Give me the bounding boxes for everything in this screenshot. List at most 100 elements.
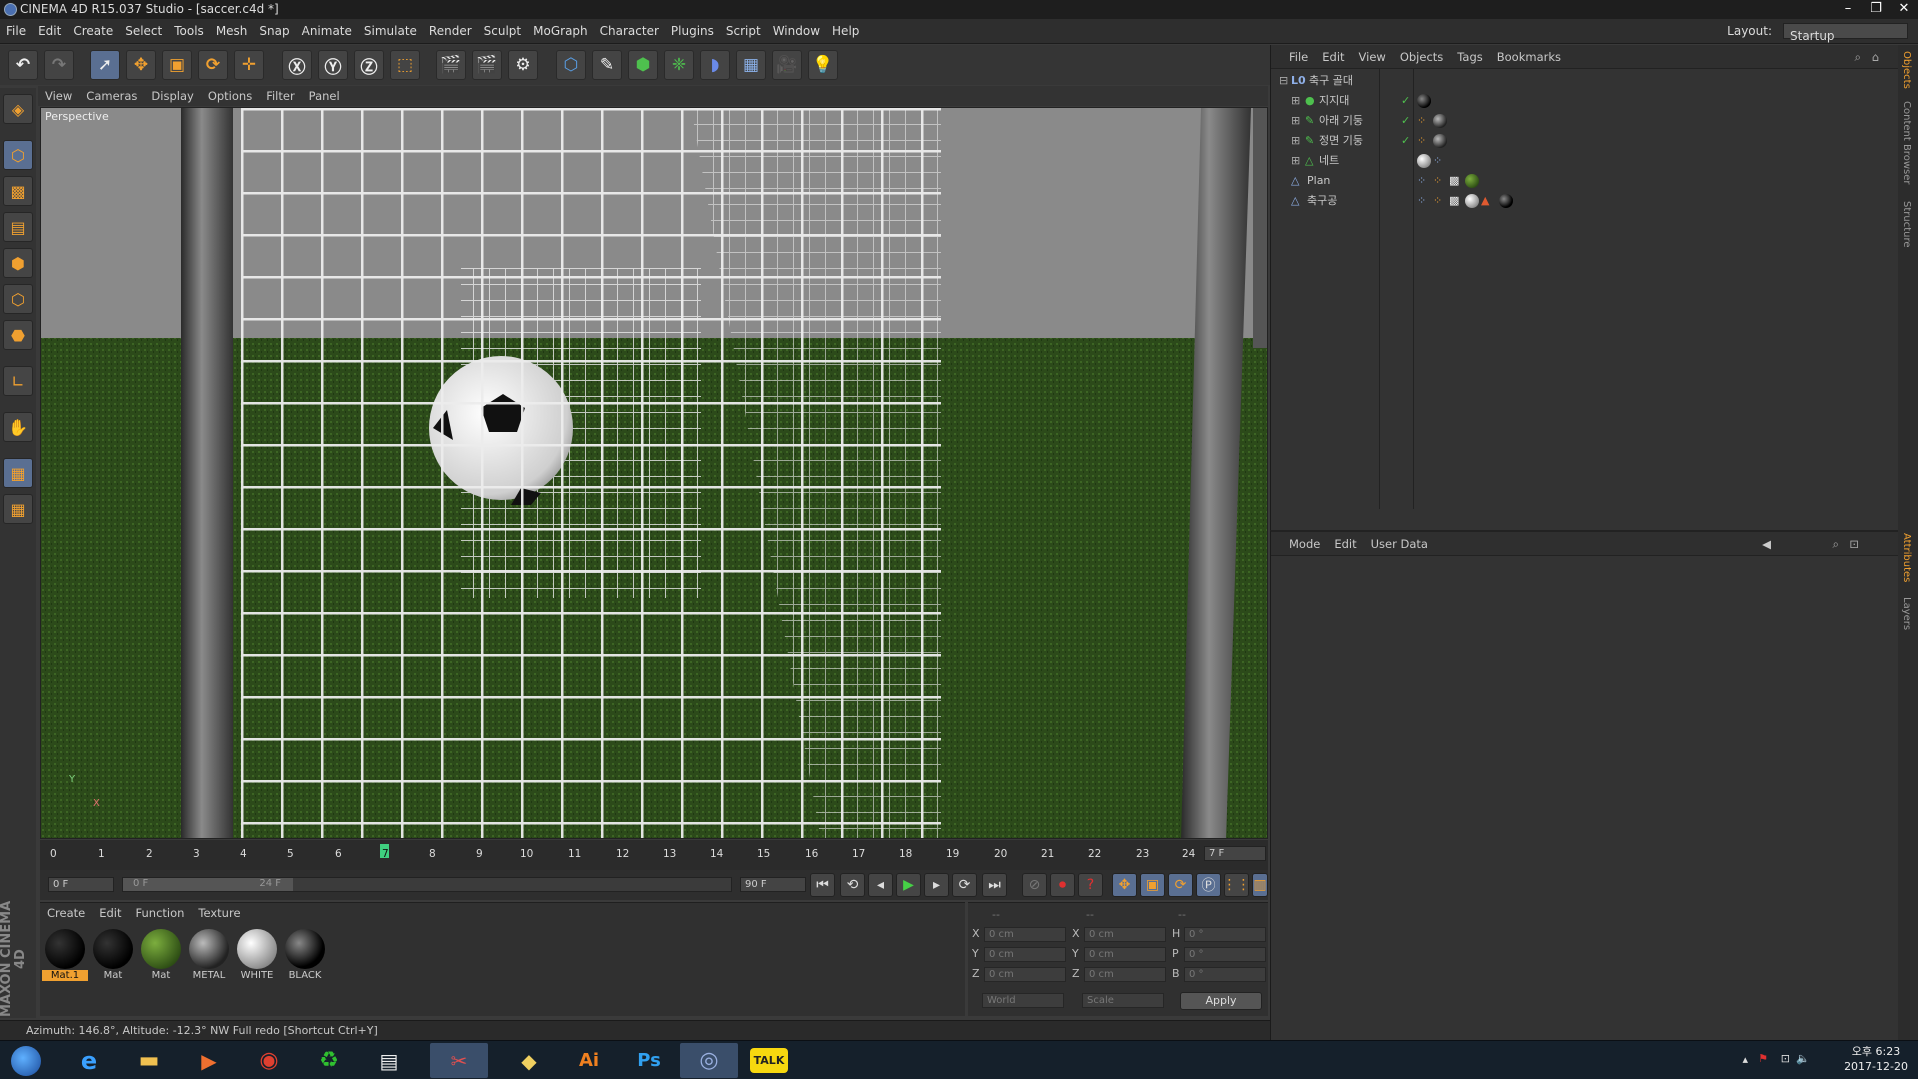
material-menu-texture[interactable]: Texture — [191, 903, 247, 923]
viewport-menu-display[interactable]: Display — [144, 86, 200, 106]
autokey-icon[interactable]: ? — [1078, 873, 1103, 897]
go-to-start-icon[interactable]: ⏮ — [810, 873, 835, 897]
position-z-field[interactable]: 0 cm — [984, 967, 1066, 982]
render-picture-viewer-icon[interactable]: 🎬 — [472, 50, 502, 80]
frame-range-handle[interactable]: 0 F 24 F — [123, 878, 293, 891]
rotate-tool-icon[interactable]: ⟳ — [198, 50, 228, 80]
tray-expand-icon[interactable]: ▴ — [1742, 1053, 1748, 1066]
viewport-menu-filter[interactable]: Filter — [259, 86, 301, 106]
perspective-viewport[interactable]: Perspective Y X — [40, 107, 1268, 839]
workplane-mode-icon[interactable]: ▤ — [3, 212, 33, 242]
menu-sculpt[interactable]: Sculpt — [478, 19, 527, 43]
kakaotalk-icon[interactable]: TALK — [740, 1043, 798, 1078]
object-name[interactable]: 지지대 — [1319, 91, 1349, 111]
expand-icon[interactable]: ⊟ — [1279, 71, 1288, 91]
illustrator-icon[interactable]: Ai — [560, 1043, 618, 1078]
scale-tool-icon[interactable]: ▣ — [162, 50, 192, 80]
folder-icon[interactable]: ◆ — [500, 1043, 558, 1078]
material-menu-function[interactable]: Function — [129, 903, 192, 923]
menu-help[interactable]: Help — [826, 19, 865, 43]
workplane-lock-icon[interactable]: ▦ — [3, 494, 33, 524]
redo-icon[interactable]: ↷ — [44, 50, 74, 80]
object-name[interactable]: 축구 골대 — [1309, 71, 1353, 91]
rotation-b-field[interactable]: 0 ° — [1184, 967, 1266, 982]
material-tag-icon[interactable] — [1465, 174, 1479, 188]
lock-icon[interactable]: ⊡ — [1842, 532, 1866, 556]
size-z-field[interactable]: 0 cm — [1084, 967, 1166, 982]
next-key-icon[interactable]: ⟳ — [952, 873, 977, 897]
side-tab-content-browser[interactable]: Content Browser — [1901, 101, 1912, 184]
menu-script[interactable]: Script — [720, 19, 767, 43]
phong-tag-icon[interactable]: ⁘ — [1417, 171, 1426, 191]
key-scale-icon[interactable]: ▣ — [1140, 873, 1165, 897]
record-keys-disabled-icon[interactable]: ⊘ — [1022, 873, 1047, 897]
phong-tag-icon[interactable]: ⁘ — [1417, 131, 1426, 151]
attributes-menu-user-data[interactable]: User Data — [1364, 532, 1435, 556]
object-row[interactable]: ⊞ △ 네트 ⁘ — [1271, 151, 1899, 171]
phong-tag-icon[interactable]: ⁘ — [1433, 171, 1442, 191]
timeline-window-icon[interactable]: ▥ — [1252, 873, 1268, 897]
object-row[interactable]: ⊟ L0 축구 골대 — [1271, 71, 1899, 91]
side-tab-layers[interactable]: Layers — [1901, 597, 1912, 630]
points-mode-icon[interactable]: ⬢ — [3, 248, 33, 278]
file-explorer-icon[interactable]: ▬ — [120, 1043, 178, 1078]
tray-flag-icon[interactable]: ⚑ — [1758, 1052, 1768, 1065]
apply-button[interactable]: Apply — [1180, 992, 1262, 1010]
next-frame-icon[interactable]: ▸ — [924, 873, 949, 897]
cloner-icon[interactable]: ❈ — [664, 50, 694, 80]
menu-snap[interactable]: Snap — [253, 19, 295, 43]
frame-range-slider[interactable]: 0 F 24 F — [122, 877, 732, 892]
menu-plugins[interactable]: Plugins — [665, 19, 720, 43]
phong-tag-icon[interactable]: ⁘ — [1417, 191, 1426, 211]
object-row[interactable]: △ 축구공 ⁘ ⁘ ▩ ▲ — [1271, 191, 1899, 211]
menu-mesh[interactable]: Mesh — [210, 19, 254, 43]
objects-menu-file[interactable]: File — [1271, 45, 1315, 69]
previous-frame-icon[interactable]: ◂ — [868, 873, 893, 897]
home-icon[interactable]: ⌂ — [1865, 45, 1886, 69]
expand-icon[interactable]: ⊞ — [1291, 151, 1300, 171]
end-frame-field[interactable]: 90 F — [740, 877, 806, 892]
object-name[interactable]: 아래 기둥 — [1319, 111, 1363, 131]
menu-mograph[interactable]: MoGraph — [527, 19, 594, 43]
internet-explorer-icon[interactable]: e — [60, 1043, 118, 1078]
z-axis-lock-icon[interactable]: Ⓩ — [354, 50, 384, 80]
start-button[interactable] — [0, 1043, 52, 1078]
axis-mode-icon[interactable]: ∟ — [3, 366, 33, 396]
viewport-menu-options[interactable]: Options — [201, 86, 259, 106]
rotation-h-field[interactable]: 0 ° — [1184, 927, 1266, 942]
object-name[interactable]: 축구공 — [1307, 191, 1337, 211]
menu-window[interactable]: Window — [767, 19, 826, 43]
coord-mode-select[interactable]: Scale — [1082, 993, 1164, 1008]
previous-key-icon[interactable]: ⟲ — [840, 873, 865, 897]
layout-select[interactable]: Startup — [1783, 23, 1908, 43]
object-row[interactable]: ⊞ ✎ 아래 기둥 ✓ ⁘ — [1271, 111, 1899, 131]
media-player-icon[interactable]: ▶ — [180, 1043, 238, 1078]
viewport-menu-view[interactable]: View — [38, 86, 79, 106]
model-mode-icon[interactable]: ⬡ — [3, 140, 33, 170]
make-editable-icon[interactable]: ◈ — [3, 94, 33, 124]
side-tab-attributes[interactable]: Attributes — [1901, 533, 1912, 582]
camera-icon[interactable]: 🎥 — [772, 50, 802, 80]
texture-tag-icon[interactable]: ▩ — [1449, 171, 1459, 191]
chrome-icon[interactable]: ◉ — [240, 1043, 298, 1078]
objects-menu-edit[interactable]: Edit — [1315, 45, 1351, 69]
snap-icon[interactable]: ▦ — [3, 458, 33, 488]
viewport-menu-cameras[interactable]: Cameras — [79, 86, 144, 106]
check-icon[interactable]: ✓ — [1401, 91, 1410, 111]
menu-tools[interactable]: Tools — [168, 19, 210, 43]
start-frame-field[interactable]: 0 F — [48, 877, 114, 892]
material-swatch[interactable]: Mat — [138, 929, 184, 985]
polygons-mode-icon[interactable]: ⬣ — [3, 320, 33, 350]
expand-icon[interactable]: ⊞ — [1291, 131, 1300, 151]
check-icon[interactable]: ✓ — [1401, 131, 1410, 151]
material-menu-edit[interactable]: Edit — [92, 903, 128, 923]
light-icon[interactable]: 💡 — [808, 50, 838, 80]
coord-space-select[interactable]: World — [982, 993, 1064, 1008]
key-rotation-icon[interactable]: ⟳ — [1168, 873, 1193, 897]
back-arrow-icon[interactable]: ◀ — [1755, 532, 1778, 556]
floor-icon[interactable]: ▦ — [736, 50, 766, 80]
subdivision-surface-icon[interactable]: ⬢ — [628, 50, 658, 80]
material-tag-icon[interactable] — [1465, 194, 1479, 208]
go-to-end-icon[interactable]: ⏭ — [982, 873, 1007, 897]
material-tag-icon[interactable] — [1433, 114, 1447, 128]
